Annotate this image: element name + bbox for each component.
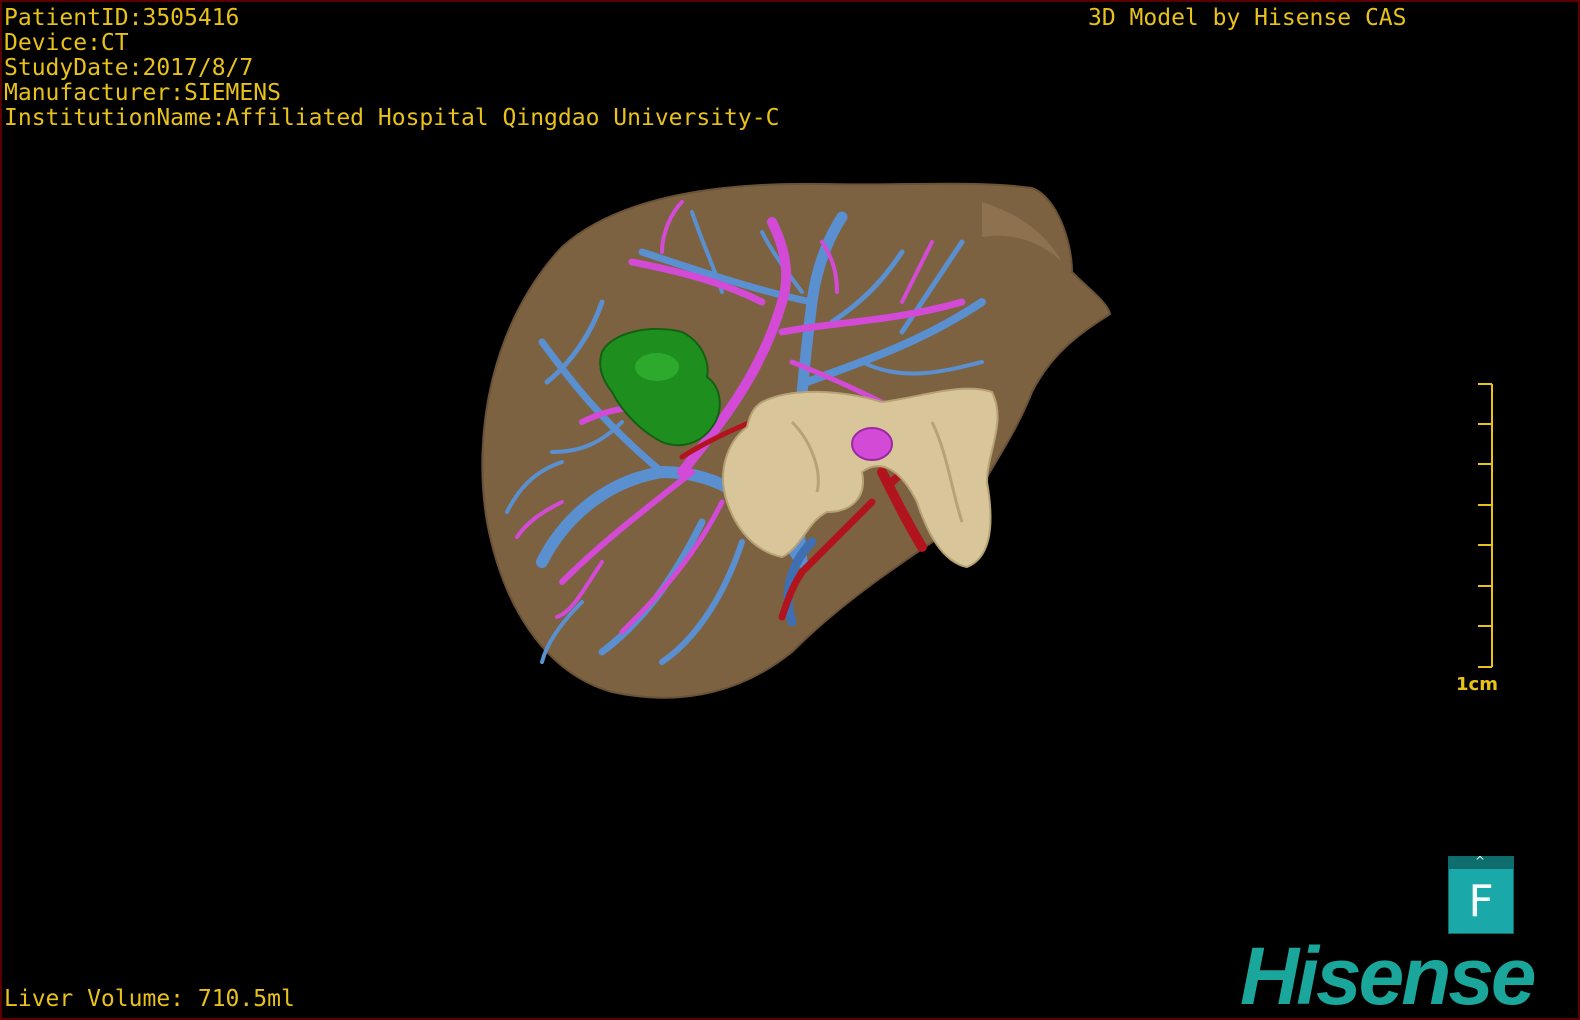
hisense-logo: Hisense (1240, 931, 1537, 1020)
scale-bar-label: 1cm (1456, 674, 1498, 695)
orientation-cube-face[interactable]: F (1449, 871, 1513, 933)
orientation-cube-top[interactable]: ^ (1449, 854, 1513, 869)
vessel-junction[interactable] (851, 427, 893, 461)
liver-3d-render[interactable] (2, 2, 1578, 1018)
liver-volume-label: Liver Volume: 710.5ml (4, 986, 295, 1012)
scale-bar (1478, 383, 1493, 668)
3d-viewport[interactable]: PatientID:3505416 Device:CT StudyDate:20… (0, 0, 1580, 1020)
cube-top-glyph: ^ (1475, 854, 1486, 868)
orientation-cube[interactable]: ^ F (1448, 854, 1514, 934)
